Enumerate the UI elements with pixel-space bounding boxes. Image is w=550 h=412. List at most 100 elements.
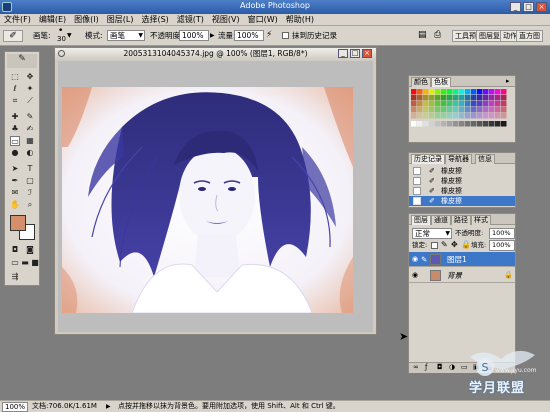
panel-menu-icon[interactable]: ▸ (506, 77, 510, 85)
tab-info[interactable]: 信息 (475, 154, 495, 164)
history-step[interactable]: ✐ 橡皮擦 (409, 166, 515, 176)
color-swatch[interactable] (411, 113, 417, 119)
color-swatch[interactable] (459, 95, 465, 101)
color-swatch[interactable] (435, 89, 441, 95)
menu-window[interactable]: 窗口(W) (244, 14, 282, 26)
color-swatch[interactable] (435, 101, 441, 107)
close-button[interactable]: × (536, 2, 547, 12)
mode-select[interactable]: 画笔 ▼ (107, 30, 145, 41)
color-swatch[interactable] (411, 101, 417, 107)
color-swatch[interactable] (489, 107, 495, 113)
lock-all-icon[interactable]: 🔒 (461, 239, 471, 250)
color-swatch[interactable] (429, 89, 435, 95)
layer-style-icon[interactable]: ƒ (425, 363, 427, 371)
color-swatch[interactable] (441, 121, 447, 127)
healing-brush-icon[interactable]: ✚ (10, 112, 20, 122)
color-swatch[interactable] (495, 121, 501, 127)
color-swatch[interactable] (471, 95, 477, 101)
eye-icon[interactable]: ◉ (412, 272, 418, 279)
blur-tool-icon[interactable]: ● (10, 148, 20, 158)
jump-to-imageready-icon[interactable]: ⇶ (10, 272, 20, 282)
color-swatch[interactable] (489, 95, 495, 101)
tab-history[interactable]: 历史记录 (411, 154, 445, 164)
color-swatch[interactable] (417, 121, 423, 127)
color-swatch[interactable] (447, 121, 453, 127)
color-swatch[interactable] (417, 113, 423, 119)
color-swatch[interactable] (483, 95, 489, 101)
fill-input[interactable]: 100% (489, 240, 515, 251)
color-swatch[interactable] (489, 89, 495, 95)
tab-navigator[interactable]: 导航器 (445, 154, 472, 164)
color-swatch[interactable] (417, 107, 423, 113)
color-swatch[interactable] (501, 121, 507, 127)
color-swatch[interactable] (453, 89, 459, 95)
color-swatch[interactable] (411, 121, 417, 127)
tab-layers[interactable]: 图层 (411, 215, 431, 225)
pen-tool-icon[interactable]: ✒ (10, 176, 20, 186)
history-step-selected[interactable]: ✐ 橡皮擦 (409, 196, 515, 206)
screen-mode-full-menu-icon[interactable]: ▬ (20, 258, 30, 268)
color-swatch[interactable] (495, 113, 501, 119)
color-swatch[interactable] (411, 89, 417, 95)
feather-logo-icon[interactable]: ✎ (7, 54, 37, 68)
color-swatch[interactable] (429, 121, 435, 127)
color-swatch[interactable] (459, 121, 465, 127)
magic-wand-icon[interactable]: ✦ (25, 84, 35, 94)
color-swatch[interactable] (495, 101, 501, 107)
color-swatch[interactable] (429, 101, 435, 107)
opacity-input[interactable]: 100% (179, 30, 209, 41)
color-swatch[interactable] (447, 107, 453, 113)
color-swatch[interactable] (495, 95, 501, 101)
status-menu-icon[interactable]: ▶ (106, 401, 111, 412)
color-swatch[interactable] (435, 107, 441, 113)
clone-stamp-icon[interactable]: ♣ (10, 124, 20, 134)
color-swatch[interactable] (489, 101, 495, 107)
color-swatch[interactable] (489, 113, 495, 119)
color-swatch[interactable] (447, 95, 453, 101)
color-swatch[interactable] (483, 121, 489, 127)
swatch-grid[interactable] (411, 89, 511, 134)
tab-color[interactable]: 颜色 (411, 77, 431, 87)
maximize-button[interactable]: □ (523, 2, 534, 12)
color-swatch[interactable] (501, 107, 507, 113)
color-swatch[interactable] (411, 95, 417, 101)
color-swatch[interactable] (495, 89, 501, 95)
lock-transparency-checkbox[interactable] (431, 242, 438, 249)
color-swatch[interactable] (453, 101, 459, 107)
menu-edit[interactable]: 编辑(E) (35, 14, 70, 26)
history-brush-icon[interactable]: ✍ (25, 124, 35, 134)
color-swatch[interactable] (435, 121, 441, 127)
color-swatch[interactable] (411, 107, 417, 113)
eyedropper-icon[interactable]: ℐ (25, 188, 35, 198)
color-swatch[interactable] (477, 107, 483, 113)
print-icon[interactable]: ⎙ (434, 30, 441, 41)
color-swatch[interactable] (477, 121, 483, 127)
lock-brush-icon[interactable]: ✎ (441, 239, 448, 250)
color-swatch[interactable] (453, 107, 459, 113)
history-brush-source[interactable] (413, 167, 421, 175)
color-swatch[interactable] (465, 89, 471, 95)
lasso-tool-icon[interactable]: ℓ (10, 84, 20, 94)
color-swatch[interactable] (417, 95, 423, 101)
color-swatch[interactable] (465, 113, 471, 119)
color-swatch[interactable] (483, 107, 489, 113)
menu-layer[interactable]: 图层(L) (103, 14, 138, 26)
erase-to-history-checkbox[interactable] (282, 32, 289, 39)
menu-help[interactable]: 帮助(H) (282, 14, 318, 26)
path-select-icon[interactable]: ➤ (10, 164, 20, 174)
color-swatch[interactable] (483, 113, 489, 119)
color-swatch[interactable] (447, 89, 453, 95)
minimize-button[interactable]: _ (510, 2, 521, 12)
menu-file[interactable]: 文件(F) (0, 14, 35, 26)
color-swatch[interactable] (441, 101, 447, 107)
layer-row-selected[interactable]: ◉ ✎ 图层1 (409, 252, 515, 267)
tab-paths[interactable]: 路径 (451, 215, 471, 225)
layer-row[interactable]: ◉ 背景 🔒 (409, 268, 515, 283)
history-step[interactable]: ✐ 橡皮擦 (409, 176, 515, 186)
gradient-tool-icon[interactable]: ▦ (25, 136, 35, 146)
history-brush-source[interactable] (413, 187, 421, 195)
zoom-field[interactable]: 100% (2, 402, 28, 412)
chevron-down-icon[interactable]: ▼ (67, 30, 72, 41)
color-swatch[interactable] (501, 101, 507, 107)
color-swatch[interactable] (459, 107, 465, 113)
